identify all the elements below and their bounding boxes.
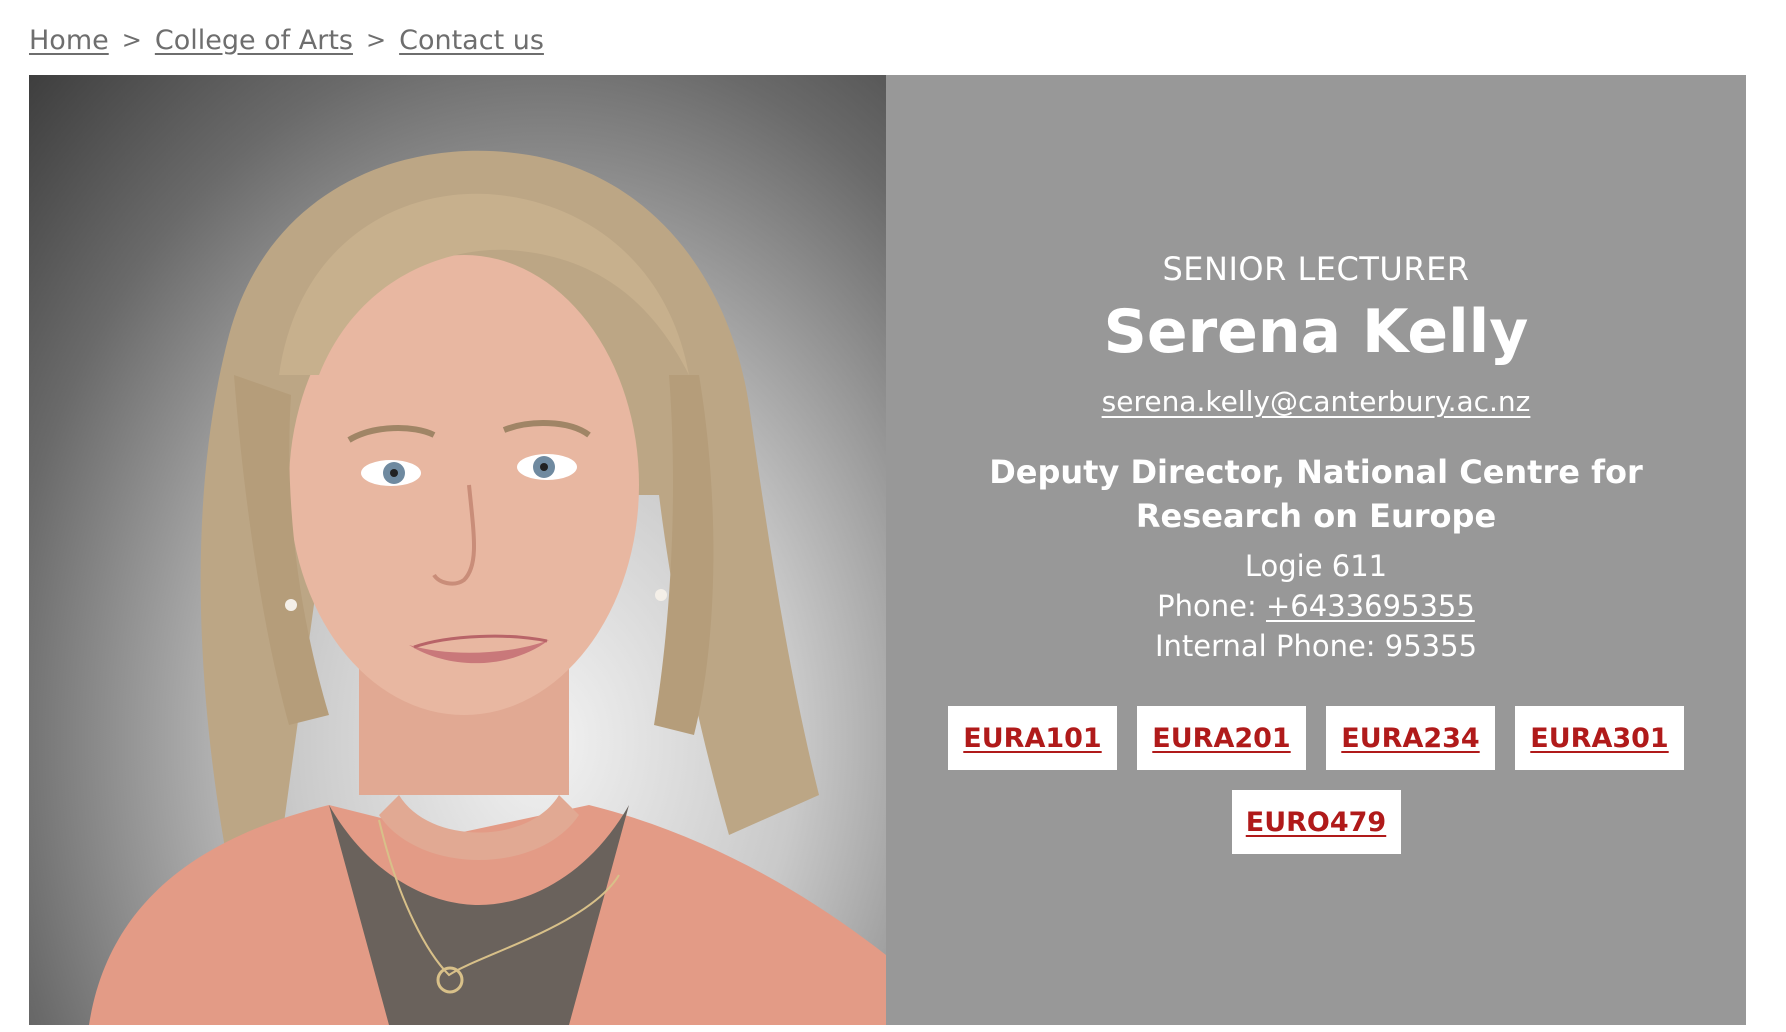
position-title: Deputy Director, National Centre for Res… [989, 453, 1643, 535]
office-location: Logie 611 [1244, 549, 1388, 583]
course-links: EURA101 EURA201 EURA234 EURA301 EURO479 [926, 706, 1706, 854]
staff-profile-card: SENIOR LECTURER Serena Kelly serena.kell… [29, 75, 1746, 1025]
contact-details-panel: SENIOR LECTURER Serena Kelly serena.kell… [886, 75, 1746, 1025]
phone-link[interactable]: +6433695355 [1266, 589, 1475, 623]
phone-line: Phone: +6433695355 [886, 586, 1746, 626]
course-link-eura234[interactable]: EURA234 [1326, 706, 1495, 770]
internal-phone: Internal Phone: 95355 [1154, 629, 1478, 663]
email-link[interactable]: serena.kelly@canterbury.ac.nz [1102, 385, 1531, 418]
breadcrumb-home-link[interactable]: Home [29, 25, 109, 56]
portrait-photo [29, 75, 886, 1025]
course-link-eura301[interactable]: EURA301 [1515, 706, 1684, 770]
course-link-euro479[interactable]: EURO479 [1231, 790, 1401, 854]
course-link-eura101[interactable]: EURA101 [948, 706, 1117, 770]
course-link-eura201[interactable]: EURA201 [1137, 706, 1306, 770]
breadcrumb: Home > College of Arts > Contact us [29, 20, 544, 60]
breadcrumb-contact-us-link[interactable]: Contact us [399, 25, 544, 56]
contact-details: Logie 611 Phone: +6433695355 Internal Ph… [886, 546, 1746, 666]
breadcrumb-separator: > [366, 26, 387, 54]
phone-label: Phone: [1157, 589, 1257, 623]
breadcrumb-college-of-arts-link[interactable]: College of Arts [155, 25, 353, 56]
job-title: SENIOR LECTURER [1162, 250, 1470, 288]
staff-name: Serena Kelly [1103, 297, 1529, 367]
breadcrumb-separator: > [121, 26, 142, 54]
